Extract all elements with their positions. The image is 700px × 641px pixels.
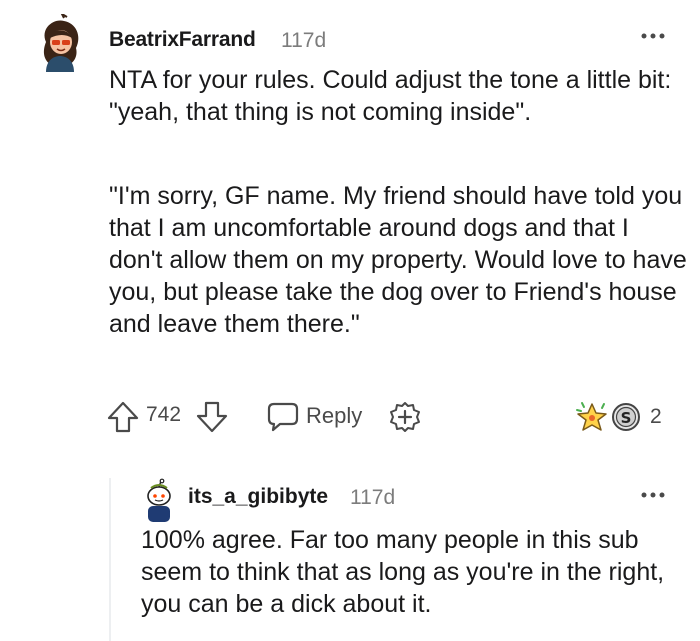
reply-user-avatar[interactable] [139, 478, 179, 522]
user-avatar[interactable] [34, 14, 86, 72]
comment-paragraph: "I'm sorry, GF name. My friend should ha… [109, 182, 687, 338]
reply-author[interactable]: its_a_gibibyte [188, 485, 328, 509]
downvote-arrow-icon[interactable] [195, 400, 229, 434]
reply-timestamp[interactable]: 117d [350, 486, 395, 510]
award-icons: S [576, 402, 640, 431]
plus-circle-icon[interactable] [388, 400, 422, 434]
reply-label: Reply [306, 403, 363, 428]
awards-received[interactable]: S 2 [574, 400, 662, 434]
thread-line[interactable] [109, 478, 111, 641]
upvote-arrow-icon[interactable] [106, 400, 140, 434]
award-count: 2 [650, 405, 662, 428]
speech-bubble-icon [267, 402, 299, 432]
more-dots-icon[interactable] [638, 24, 668, 48]
comment-timestamp[interactable]: 117d [281, 29, 326, 53]
more-dots-icon[interactable] [638, 483, 668, 507]
reply-button[interactable]: Reply [266, 399, 362, 433]
comment-paragraph: NTA for your rules. Could adjust the ton… [109, 66, 672, 126]
comment-action-bar: 742 Reply S 2 [106, 398, 686, 434]
comment-author[interactable]: BeatrixFarrand [109, 28, 256, 52]
svg-text:S: S [621, 409, 632, 427]
vote-score: 742 [146, 403, 182, 426]
reply-body: 100% agree. Far too many people in this … [141, 526, 665, 618]
